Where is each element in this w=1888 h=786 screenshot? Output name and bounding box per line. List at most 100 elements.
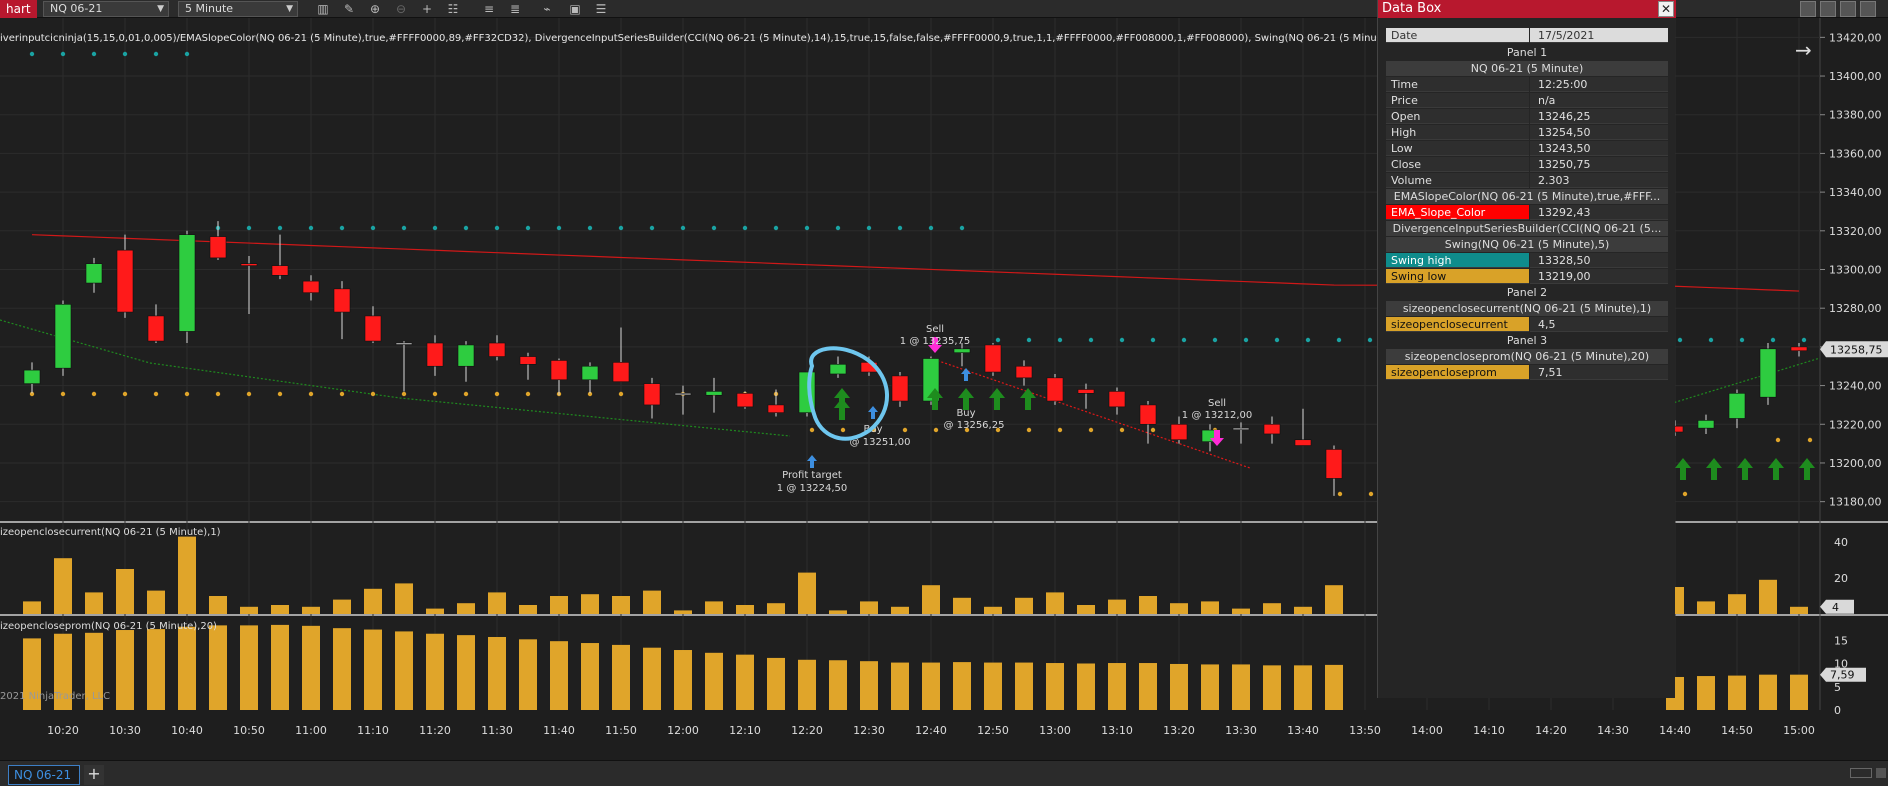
candle-bull — [1697, 420, 1715, 429]
candle-bear — [116, 249, 134, 313]
sizeopencloseprom-bar — [1170, 663, 1188, 710]
candle-bear — [767, 404, 785, 413]
swing-high-dot — [1367, 337, 1373, 343]
data-box-icon[interactable]: ▣ — [566, 1, 584, 17]
crosshair-icon[interactable]: + — [418, 1, 436, 17]
instrument-value: NQ 06-21 — [50, 2, 103, 15]
swing-high-dot — [277, 225, 283, 231]
candle-bear — [519, 356, 537, 365]
panel3-marker-label: 7,59 — [1830, 669, 1855, 682]
panel2-tick-label: 20 — [1834, 572, 1848, 585]
swing-high-dot — [91, 51, 97, 57]
candle-bear — [891, 375, 909, 402]
sizeopenclosecurrent-bar — [488, 592, 506, 614]
candle-bear — [984, 344, 1002, 373]
sizeopenclosecurrent-bar — [209, 596, 227, 614]
minimize-icon[interactable] — [1800, 1, 1816, 17]
swing-high-dot — [1026, 337, 1032, 343]
candle-bear — [1046, 377, 1064, 402]
price-tick-label: 13420,00 — [1829, 31, 1882, 44]
time-tick-label: 12:50 — [977, 724, 1009, 737]
tab-nq-06-21[interactable]: NQ 06-21 — [8, 765, 80, 785]
db-key: Price — [1386, 93, 1529, 108]
db-panel3: Panel 3 — [1506, 334, 1548, 347]
arrow-right-icon[interactable]: → — [1795, 38, 1812, 62]
interval-value: 5 Minute — [185, 2, 234, 15]
properties-icon[interactable]: ☷ — [444, 1, 462, 17]
time-tick-label: 10:30 — [109, 724, 141, 737]
candle-bear — [1263, 423, 1281, 435]
time-tick-label: 13:30 — [1225, 724, 1257, 737]
chart-window-tab[interactable]: hart — [0, 0, 37, 18]
sizeopenclosecurrent-bar — [798, 572, 816, 614]
interval-selector[interactable]: 5 Minute ▼ — [178, 1, 298, 17]
price-tick-label: 13200,00 — [1829, 457, 1882, 470]
time-tick-label: 10:20 — [47, 724, 79, 737]
swing-low-dot — [1775, 437, 1781, 443]
time-tick-label: 14:50 — [1721, 724, 1753, 737]
swing-high-dot — [432, 225, 438, 231]
time-tick-label: 11:00 — [295, 724, 327, 737]
candle-bear — [364, 315, 382, 342]
restore-icon[interactable] — [1840, 1, 1856, 17]
swing-high-dot — [711, 225, 717, 231]
scroll-handle[interactable] — [1850, 768, 1872, 778]
time-tick-label: 11:50 — [605, 724, 637, 737]
close-icon[interactable]: ✕ — [1658, 1, 1674, 17]
sizeopencloseprom-bar — [550, 641, 568, 710]
db-value: 13328,50 — [1530, 253, 1668, 268]
db-value: n/a — [1530, 93, 1668, 108]
data-box-window[interactable]: Data Box ✕ Date 17/5/2021 Panel 1 NQ 06-… — [1377, 0, 1676, 698]
sizeopencloseprom-bar — [1077, 663, 1095, 710]
swing-high-dot — [959, 225, 965, 231]
scroll-right-icon[interactable] — [1876, 768, 1886, 778]
panel3-tick-label: 15 — [1834, 634, 1848, 647]
sizeopenclosecurrent-bar — [1046, 592, 1064, 614]
pencil-icon[interactable]: ✎ — [340, 1, 358, 17]
swing-low-dot — [1150, 427, 1156, 433]
sizeopencloseprom-bar — [1263, 665, 1281, 710]
swing-low-dot — [618, 391, 624, 397]
strategies-icon[interactable]: ≡ — [480, 1, 498, 17]
db-value: 7,51 — [1530, 365, 1668, 380]
annotation-sell: Sell — [926, 324, 944, 335]
maximize-icon[interactable] — [1820, 1, 1836, 17]
instrument-selector[interactable]: NQ 06-21 ▼ — [43, 1, 169, 17]
sizeopenclosecurrent-bar — [333, 599, 351, 614]
add-tab-button[interactable]: + — [84, 765, 104, 785]
swing-low-dot — [277, 391, 283, 397]
candle-bull — [953, 348, 971, 353]
time-tick-label: 12:10 — [729, 724, 761, 737]
bar-chart-icon[interactable]: ▥ — [314, 1, 332, 17]
time-tick-label: 12:20 — [791, 724, 823, 737]
candle-bull — [581, 365, 599, 381]
sizeopencloseprom-bar — [519, 639, 537, 710]
db-panel1: Panel 1 — [1506, 46, 1548, 59]
swing-low-dot — [902, 427, 908, 433]
sizeopencloseprom-bar — [271, 624, 289, 710]
close-window-icon[interactable] — [1860, 1, 1876, 17]
indicators-icon[interactable]: ≣ — [506, 1, 524, 17]
swing-high-dot — [184, 51, 190, 57]
sizeopencloseprom-bar — [240, 625, 258, 710]
price-tick-label: 13320,00 — [1829, 225, 1882, 238]
time-tick-label: 14:10 — [1473, 724, 1505, 737]
swing-low-dot — [339, 391, 345, 397]
swing-low-dot — [840, 427, 846, 433]
swing-low-dot — [401, 391, 407, 397]
chart-trader-icon[interactable]: ⌁ — [538, 1, 556, 17]
zoom-in-icon[interactable]: ⊕ — [366, 1, 384, 17]
sizeopenclosecurrent-bar — [643, 590, 661, 614]
swing-high-dot — [1181, 337, 1187, 343]
sizeopenclosecurrent-bar — [1790, 606, 1808, 614]
swing-high-dot — [29, 51, 35, 57]
data-box-title[interactable]: Data Box — [1378, 0, 1676, 18]
swing-low-dot — [463, 391, 469, 397]
more-icon[interactable]: ☰ — [592, 1, 610, 17]
sizeopencloseprom-bar — [302, 625, 320, 710]
sizeopencloseprom-bar — [1790, 674, 1808, 710]
zoom-out-icon[interactable]: ⊖ — [392, 1, 410, 17]
sizeopenclosecurrent-bar — [426, 608, 444, 614]
sizeopencloseprom-bar — [1232, 664, 1250, 710]
time-tick-label: 10:50 — [233, 724, 265, 737]
